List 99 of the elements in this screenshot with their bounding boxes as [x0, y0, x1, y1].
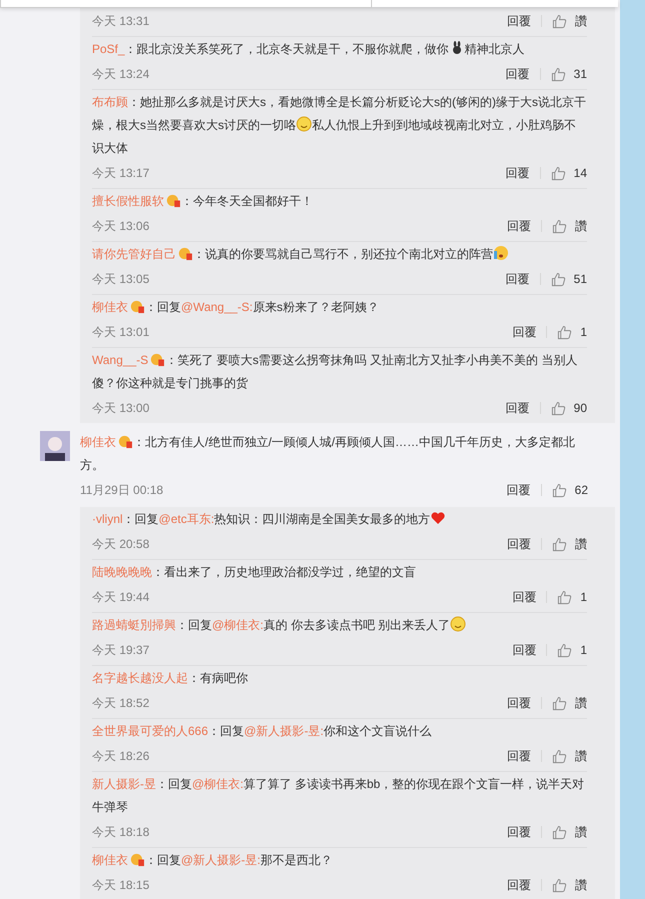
reply-link[interactable]: 回覆: [506, 66, 530, 82]
timestamp: 今天 13:17: [92, 164, 150, 182]
reply-link[interactable]: 回覆: [506, 164, 530, 182]
thumbs-up-icon[interactable]: [550, 400, 566, 416]
crying-face-icon: [493, 245, 509, 261]
heart-icon: [430, 510, 446, 526]
mention-link[interactable]: @Wang__-S:: [181, 300, 253, 314]
like-count: 讚: [575, 824, 587, 840]
reply-link[interactable]: 回覆: [507, 748, 531, 764]
reply-link[interactable]: 回覆: [506, 400, 530, 416]
user-link[interactable]: Wang__-S: [92, 353, 148, 367]
timestamp: 今天 13:01: [92, 324, 150, 340]
user-link[interactable]: 柳佳衣: [92, 300, 128, 314]
user-link[interactable]: 布布顾: [92, 95, 128, 109]
thumbs-up-icon[interactable]: [552, 696, 567, 710]
comment-text: 路過蜻蜓別掃興：回复@柳佳衣:真的 你去多读点书吧 别出来丢人了: [92, 614, 587, 637]
timestamp: 今天 19:37: [92, 642, 150, 658]
comment-text: 请你先管好自己 ：说真的你要骂就自己骂行不，别还拉个南北对立的阵营: [92, 243, 587, 266]
reply-link[interactable]: 回覆: [507, 876, 531, 894]
mention-link[interactable]: @新人摄影-昱:: [181, 853, 261, 867]
reply-link[interactable]: 回覆: [507, 824, 531, 840]
reply-link[interactable]: 回覆: [506, 482, 531, 498]
thumbs-up-icon[interactable]: [557, 324, 572, 340]
comment-text: 布布顾：她扯那么多就是讨厌大s，看她微博全是长篇分析贬论大s的(够闲的)缘于大s说北京干燥，根大s当然要喜欢大s讨厌的一切咯 私人仇恨上升到到地域歧视南北对立，小肚鸡肠不识大体: [92, 94, 587, 157]
comment-text: ·vliynl：回复@etc耳东:热知识：四川湖南是全国美女最多的地方: [92, 508, 587, 531]
comment-text: 柳佳衣 ：北方有佳人/绝世而独立/一顾倾人城/再顾倾人国……中国几千年历史，大多定都北方。: [80, 433, 576, 474]
thumbs-up-icon[interactable]: [552, 824, 567, 840]
like-count: 90: [574, 401, 587, 415]
timestamp: 今天 13:05: [92, 270, 150, 288]
thumbs-up-icon[interactable]: [557, 642, 572, 658]
thumbs-up-icon[interactable]: [552, 218, 567, 234]
comment-text: 柳佳衣 ：回复@Wang__-S:原来s粉来了？老阿姨？: [92, 298, 380, 316]
user-link[interactable]: 新人摄影-昱: [92, 777, 156, 791]
timestamp: 今天 20:58: [92, 536, 150, 552]
like-count: 讚: [575, 536, 587, 552]
timestamp: 11月29日 00:18: [80, 482, 164, 498]
thumbs-up-icon[interactable]: [550, 272, 566, 286]
thumbs-up-icon[interactable]: [552, 14, 567, 28]
reply-link[interactable]: 回覆: [507, 536, 531, 552]
like-count: 讚: [575, 218, 587, 234]
mention-link[interactable]: @柳佳衣:: [192, 777, 244, 791]
like-count: 讚: [575, 876, 587, 894]
avatar[interactable]: [40, 431, 70, 461]
timestamp: 今天 13:31: [92, 12, 150, 30]
like-count: 51: [574, 272, 587, 286]
comment-text: 柳佳衣 ：回复@新人摄影-昱:那不是西北？: [92, 851, 334, 869]
reply-link[interactable]: 回覆: [512, 588, 536, 606]
like-count: 1: [580, 590, 587, 604]
like-count: 14: [574, 166, 587, 180]
user-link[interactable]: 柳佳衣: [80, 435, 116, 449]
timestamp: 今天 13:24: [92, 66, 150, 82]
mention-link[interactable]: @柳佳衣:: [212, 618, 264, 632]
comment-text: PoSf_：跟北京没关系笑死了，北京冬天就是干，不服你就爬，做你 精神北京人: [92, 39, 526, 58]
thumbs-up-icon[interactable]: [550, 66, 566, 82]
mention-link[interactable]: @etc耳东:: [158, 512, 214, 526]
like-count: 31: [574, 67, 587, 81]
user-link[interactable]: 请你先管好自己: [92, 247, 176, 261]
user-link[interactable]: 陆晚晚晚晚: [92, 565, 152, 579]
comment-text: 擅长假性服软 ：今年冬天全国都好干！: [92, 192, 314, 210]
like-count: 1: [580, 325, 587, 339]
reply-link[interactable]: 回覆: [512, 324, 536, 340]
comment-text: 名字越长越没人起：有病吧你: [92, 670, 249, 687]
like-count: 1: [580, 643, 587, 657]
like-count: 讚: [575, 748, 587, 764]
thumbs-up-icon[interactable]: [552, 482, 567, 498]
thumbs-up-icon[interactable]: [552, 878, 567, 892]
reply-link[interactable]: 回覆: [507, 218, 531, 234]
timestamp: 今天 18:15: [92, 876, 150, 894]
comment-text: 全世界最可爱的人666：回复@新人摄影-昱:你和这个文盲说什么: [92, 723, 433, 740]
user-link[interactable]: 路過蜻蜓別掃興: [92, 618, 176, 632]
timestamp: 今天 13:06: [92, 218, 150, 234]
reply-link[interactable]: 回覆: [507, 12, 531, 30]
comment-text: 新人摄影-昱：回复@柳佳衣:算了算了 多读读书再来bb，整的你现在跟个文盲一样，说半天对牛弹琴: [92, 776, 586, 816]
timestamp: 今天 18:26: [92, 748, 150, 764]
user-link[interactable]: 全世界最可爱的人666: [92, 724, 208, 738]
smiley-icon: [296, 116, 312, 132]
smiley-icon: [450, 616, 466, 632]
like-count: 讚: [575, 694, 587, 712]
user-link[interactable]: 柳佳衣: [92, 853, 128, 867]
like-count: 62: [574, 483, 588, 497]
mention-link[interactable]: @新人摄影-昱:: [244, 724, 324, 738]
user-link[interactable]: PoSf_: [92, 42, 125, 56]
user-link[interactable]: 擅长假性服软: [92, 194, 164, 208]
thumbs-up-icon[interactable]: [552, 748, 567, 764]
thumbs-up-icon[interactable]: [550, 166, 566, 180]
user-link[interactable]: ·vliynl: [92, 512, 123, 526]
comment-text: 陆晚晚晚晚：看出来了，历史地理政治都没学过，绝望的文盲: [92, 564, 417, 581]
timestamp: 今天 18:52: [92, 694, 150, 712]
thumbs-up-icon[interactable]: [552, 536, 567, 552]
reply-link[interactable]: 回覆: [506, 270, 530, 288]
thumbs-up-icon[interactable]: [557, 590, 572, 604]
like-count: 讚: [575, 12, 587, 30]
reply-link[interactable]: 回覆: [507, 694, 531, 712]
comment-text: Wang__-S ：笑死了 要喷大s需要这么拐弯抹角吗 又扯南北方又扯李小冉美不美的 当别人傻？你这种就是专门挑事的货: [92, 351, 578, 392]
timestamp: 今天 13:00: [92, 400, 150, 416]
timestamp: 今天 19:44: [92, 588, 150, 606]
reply-link[interactable]: 回覆: [512, 642, 536, 658]
user-link[interactable]: 名字越长越没人起: [92, 671, 188, 685]
timestamp: 今天 18:18: [92, 824, 150, 840]
